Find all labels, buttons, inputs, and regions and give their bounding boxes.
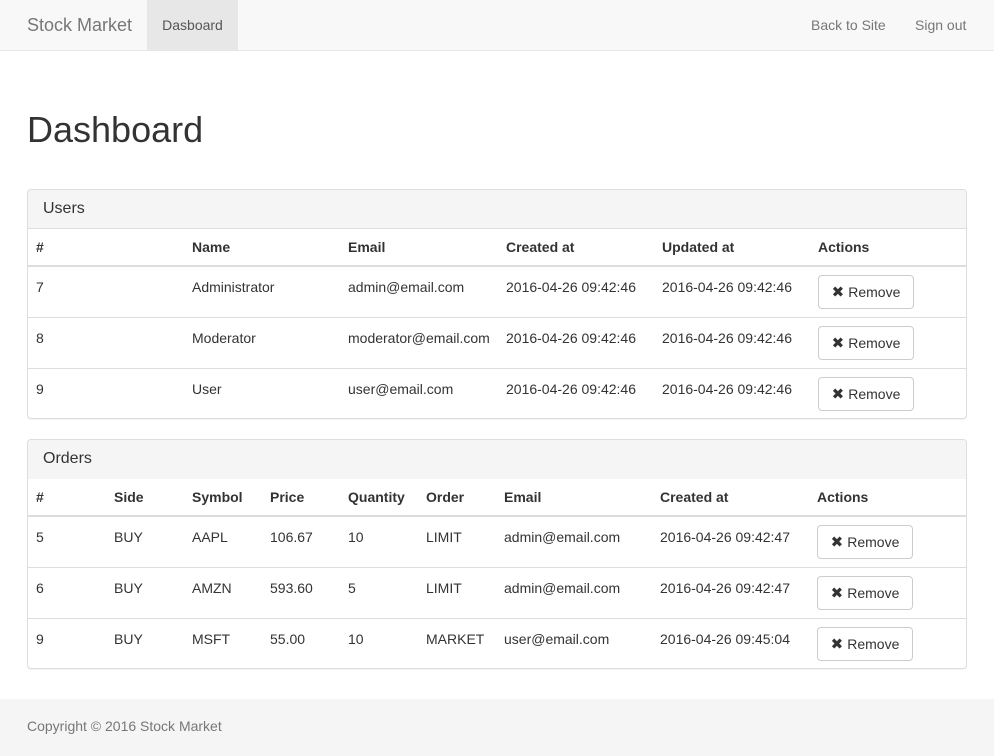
order-type: MARKET bbox=[426, 630, 485, 647]
orders-table-header: # Side Symbol Price Quantity Order Email… bbox=[28, 479, 966, 517]
column-header-quantity: Quantity bbox=[340, 479, 418, 517]
user-id: 8 bbox=[36, 329, 44, 346]
user-updated-at: 2016-04-26 09:42:46 bbox=[662, 329, 792, 346]
remove-button-label: Remove bbox=[847, 584, 900, 601]
column-header-updated-at: Updated at bbox=[654, 229, 810, 267]
close-icon: ✖ bbox=[830, 635, 844, 653]
order-quantity: 10 bbox=[348, 630, 364, 647]
remove-order-button[interactable]: ✖ Remove bbox=[817, 575, 913, 610]
user-id: 9 bbox=[36, 380, 44, 397]
order-id: 9 bbox=[36, 630, 44, 647]
page-footer: Copyright © 2016 Stock Market bbox=[0, 699, 994, 756]
column-header-symbol: Symbol bbox=[184, 479, 262, 517]
column-header-created-at: Created at bbox=[652, 479, 809, 517]
order-symbol: MSFT bbox=[192, 630, 231, 647]
table-row: 9 BUY MSFT 55.00 10 MARKET user@email.co… bbox=[28, 617, 966, 668]
column-header-id: # bbox=[28, 229, 184, 267]
remove-button-label: Remove bbox=[848, 385, 901, 402]
order-side: BUY bbox=[114, 630, 143, 647]
remove-user-button[interactable]: ✖ Remove bbox=[818, 325, 914, 360]
brand-link[interactable]: Stock Market bbox=[27, 0, 132, 50]
order-created-at: 2016-04-26 09:45:04 bbox=[660, 630, 790, 647]
column-header-email: Email bbox=[496, 479, 652, 517]
user-id: 7 bbox=[36, 279, 44, 295]
user-name: User bbox=[192, 380, 222, 397]
user-created-at: 2016-04-26 09:42:46 bbox=[506, 380, 636, 397]
column-header-created-at: Created at bbox=[498, 229, 654, 267]
remove-button-label: Remove bbox=[848, 334, 901, 351]
user-updated-at: 2016-04-26 09:42:46 bbox=[662, 279, 792, 295]
table-row: 6 BUY AMZN 593.60 5 LIMIT admin@email.co… bbox=[28, 566, 966, 618]
close-icon: ✖ bbox=[831, 334, 845, 352]
nav-item-dashboard[interactable]: Dasboard bbox=[147, 0, 238, 50]
remove-user-button[interactable]: ✖ Remove bbox=[818, 376, 914, 411]
user-name: Moderator bbox=[192, 329, 256, 346]
remove-button-label: Remove bbox=[847, 635, 900, 652]
column-header-actions: Actions bbox=[809, 479, 966, 517]
order-email: user@email.com bbox=[504, 630, 610, 647]
orders-table: # Side Symbol Price Quantity Order Email… bbox=[28, 479, 966, 668]
order-created-at: 2016-04-26 09:42:47 bbox=[660, 529, 790, 545]
order-id: 6 bbox=[36, 579, 44, 596]
sign-out-link[interactable]: Sign out bbox=[915, 0, 966, 50]
order-side: BUY bbox=[114, 579, 143, 596]
close-icon: ✖ bbox=[830, 584, 844, 602]
order-quantity: 5 bbox=[348, 579, 356, 596]
order-type: LIMIT bbox=[426, 579, 462, 596]
remove-user-button[interactable]: ✖ Remove bbox=[818, 275, 914, 309]
top-navbar: Stock Market Dasboard Back to Site Sign … bbox=[0, 0, 994, 51]
remove-order-button[interactable]: ✖ Remove bbox=[817, 626, 913, 661]
column-header-email: Email bbox=[340, 229, 498, 267]
order-price: 106.67 bbox=[270, 529, 313, 545]
user-updated-at: 2016-04-26 09:42:46 bbox=[662, 380, 792, 397]
orders-panel: Orders # Side Symbol Price Quantity Orde… bbox=[27, 439, 967, 669]
column-header-actions: Actions bbox=[810, 229, 966, 267]
order-quantity: 10 bbox=[348, 529, 364, 545]
table-row: 7 Administrator admin@email.com 2016-04-… bbox=[28, 266, 966, 317]
order-price: 593.60 bbox=[270, 579, 313, 596]
user-created-at: 2016-04-26 09:42:46 bbox=[506, 279, 636, 295]
users-panel-heading: Users bbox=[28, 190, 966, 229]
order-symbol: AMZN bbox=[192, 579, 232, 596]
column-header-name: Name bbox=[184, 229, 340, 267]
order-created-at: 2016-04-26 09:42:47 bbox=[660, 579, 790, 596]
order-email: admin@email.com bbox=[504, 529, 621, 545]
user-email: admin@email.com bbox=[348, 279, 465, 295]
table-row: 8 Moderator moderator@email.com 2016-04-… bbox=[28, 316, 966, 368]
order-email: admin@email.com bbox=[504, 579, 621, 596]
order-price: 55.00 bbox=[270, 630, 306, 647]
column-header-side: Side bbox=[106, 479, 184, 517]
user-created-at: 2016-04-26 09:42:46 bbox=[506, 329, 636, 346]
copyright-text: Copyright © 2016 Stock Market bbox=[27, 718, 222, 734]
users-table-header: # Name Email Created at Updated at Actio… bbox=[28, 229, 966, 267]
user-email: user@email.com bbox=[348, 380, 454, 397]
remove-order-button[interactable]: ✖ Remove bbox=[817, 525, 913, 559]
order-side: BUY bbox=[114, 529, 143, 545]
order-type: LIMIT bbox=[426, 529, 462, 545]
remove-button-label: Remove bbox=[848, 284, 901, 300]
close-icon: ✖ bbox=[830, 534, 844, 551]
close-icon: ✖ bbox=[831, 284, 845, 301]
back-to-site-link[interactable]: Back to Site bbox=[811, 0, 886, 50]
column-header-id: # bbox=[28, 479, 106, 517]
column-header-order: Order bbox=[418, 479, 496, 517]
page-title: Dashboard bbox=[27, 109, 204, 150]
table-row: 5 BUY AAPL 106.67 10 LIMIT admin@email.c… bbox=[28, 516, 966, 567]
close-icon: ✖ bbox=[831, 385, 845, 403]
remove-button-label: Remove bbox=[847, 534, 900, 550]
users-table: # Name Email Created at Updated at Actio… bbox=[28, 229, 966, 418]
table-row: 9 User user@email.com 2016-04-26 09:42:4… bbox=[28, 367, 966, 418]
orders-panel-heading: Orders bbox=[28, 440, 966, 479]
column-header-price: Price bbox=[262, 479, 340, 517]
order-id: 5 bbox=[36, 529, 44, 545]
order-symbol: AAPL bbox=[192, 529, 228, 545]
user-name: Administrator bbox=[192, 279, 275, 295]
user-email: moderator@email.com bbox=[348, 329, 490, 346]
users-panel: Users # Name Email Created at Updated at… bbox=[27, 189, 967, 419]
